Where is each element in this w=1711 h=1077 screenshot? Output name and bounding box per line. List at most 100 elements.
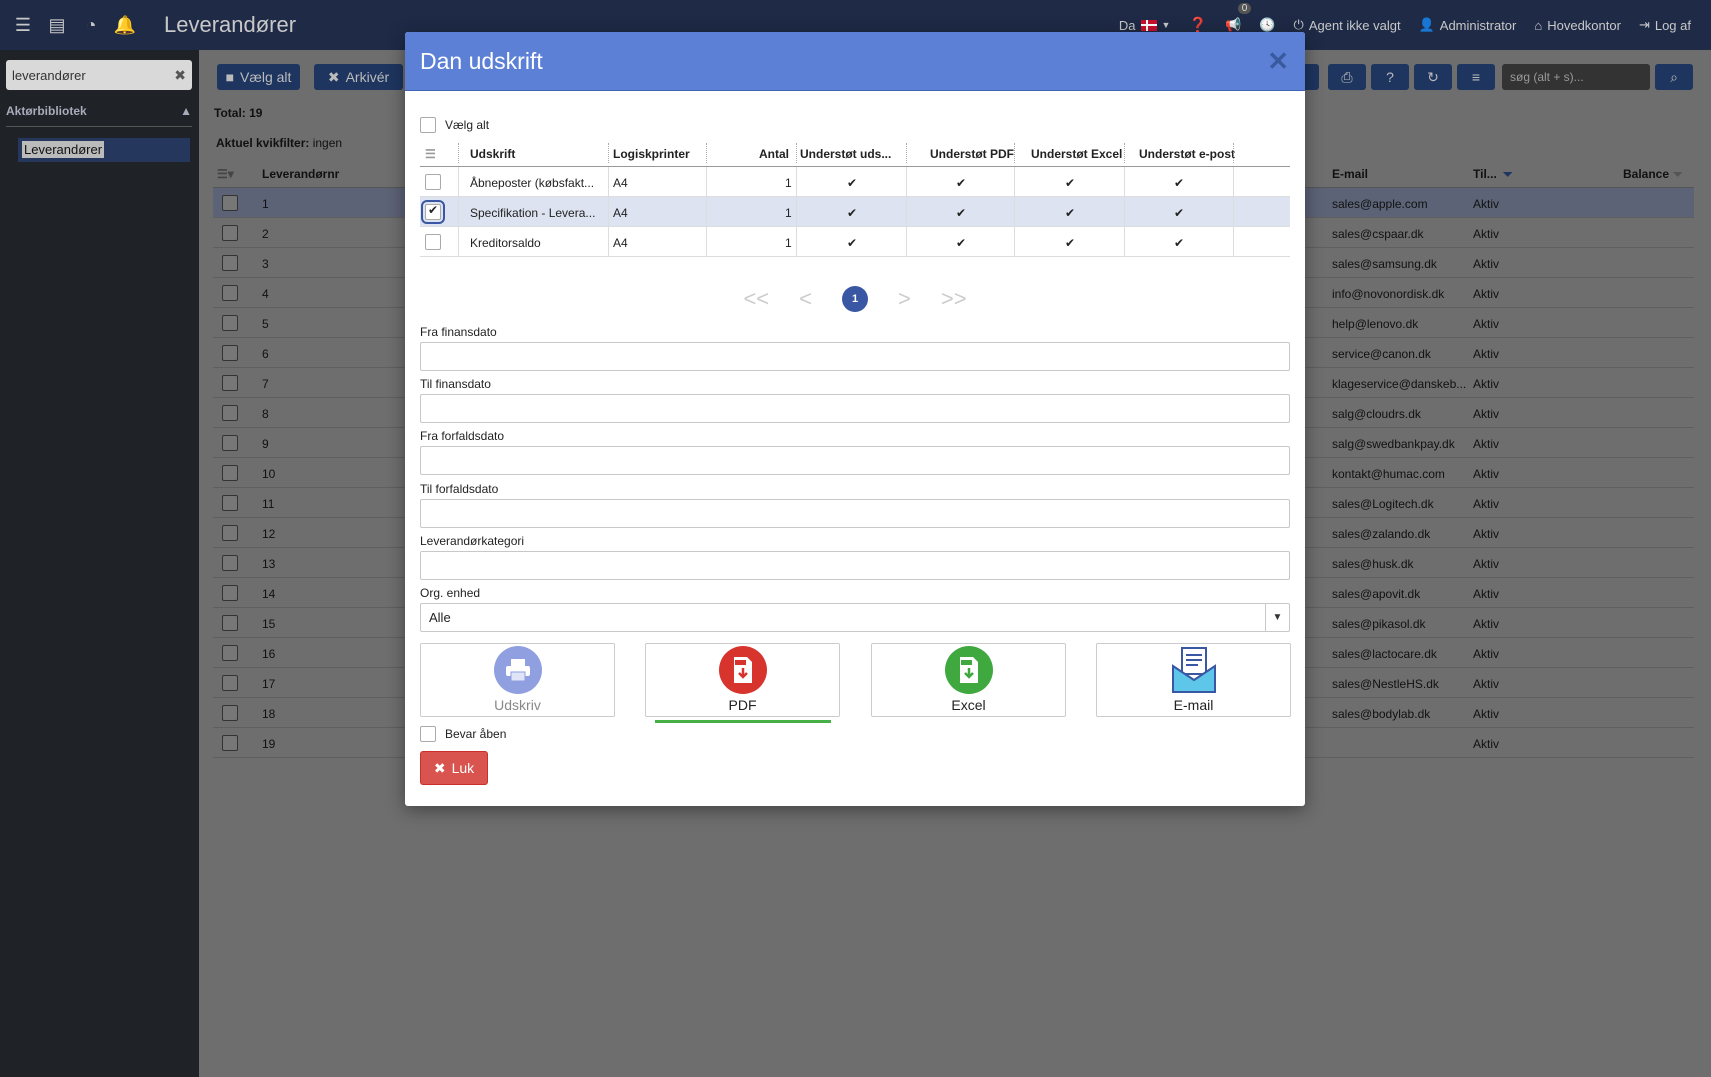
select-all-button[interactable]: ■ Vælg alt xyxy=(217,64,300,90)
x-icon: ✖ xyxy=(433,759,446,776)
column-header-email[interactable]: E-mail xyxy=(1332,167,1368,181)
close-button[interactable]: ✖ Luk xyxy=(420,751,488,785)
row-checkbox[interactable] xyxy=(222,615,238,631)
kategori-input[interactable] xyxy=(420,551,1290,580)
bell-icon[interactable]: 🔔 xyxy=(114,14,136,36)
column-header-nr[interactable]: Leverandørnr xyxy=(262,167,339,181)
search-input[interactable]: søg (alt + s)... xyxy=(1502,64,1650,90)
filter-icon[interactable]: ⏷ xyxy=(1673,167,1683,182)
row-checkbox[interactable] xyxy=(222,555,238,571)
row-checkbox[interactable] xyxy=(222,285,238,301)
office-button[interactable]: ⌂ Hovedkontor xyxy=(1534,18,1621,33)
report-row[interactable]: Kreditorsaldo A4 1 ✔ ✔ ✔ ✔ xyxy=(420,227,1290,257)
row-checkbox[interactable] xyxy=(222,435,238,451)
col-pdf[interactable]: Understøt PDF xyxy=(930,147,1014,161)
org-enhed-select[interactable]: Alle ▼ xyxy=(420,603,1290,632)
col-printer[interactable]: Logiskprinter xyxy=(613,147,690,161)
page-first[interactable]: << xyxy=(743,286,769,312)
logout-button[interactable]: ⇥ Log af xyxy=(1639,17,1691,33)
row-checkbox[interactable] xyxy=(222,195,238,211)
email-button[interactable]: E-mail xyxy=(1096,643,1291,717)
megaphone-icon[interactable]: 📢 0 xyxy=(1225,3,1252,33)
pdf-button[interactable]: PDF xyxy=(645,643,840,717)
row-checkbox[interactable] xyxy=(222,405,238,421)
row-checkbox[interactable] xyxy=(222,225,238,241)
column-header-balance[interactable]: Balance xyxy=(1623,167,1669,181)
row-checkbox[interactable] xyxy=(222,645,238,661)
keep-open-checkbox[interactable] xyxy=(420,726,436,742)
select-all-checkbox-row[interactable]: Vælg alt xyxy=(420,117,489,133)
quickfilter-value: ingen xyxy=(312,136,343,150)
archive-label: Arkivér xyxy=(345,69,390,85)
page-current[interactable]: 1 xyxy=(842,286,868,312)
row-status: Aktiv xyxy=(1473,467,1500,481)
agent-button[interactable]: ⏻ Agent ikke valgt xyxy=(1294,17,1401,33)
refresh-icon[interactable]: ↻ xyxy=(1414,64,1452,90)
filter-active-icon[interactable]: ⏷ xyxy=(1503,167,1513,182)
checkmark-icon: ✔ xyxy=(847,176,858,190)
col-udskrift[interactable]: Udskrift xyxy=(470,147,515,161)
row-email: sales@bodylab.dk xyxy=(1332,707,1431,721)
keep-open-row[interactable]: Bevar åben xyxy=(420,726,506,742)
clear-icon[interactable]: ✖ xyxy=(174,67,186,84)
chevron-down-icon[interactable]: ▼ xyxy=(1265,604,1289,631)
select-all-checkbox[interactable] xyxy=(420,117,436,133)
til-finansdato-input[interactable] xyxy=(420,394,1290,423)
menu-icon[interactable]: ≡ xyxy=(1457,64,1495,90)
report-row-checkbox[interactable] xyxy=(421,200,445,224)
fra-forfaldsdato-label: Fra forfaldsdato xyxy=(420,429,505,443)
row-checkbox[interactable] xyxy=(222,345,238,361)
row-checkbox[interactable] xyxy=(222,375,238,391)
archive-button[interactable]: ✖ Arkivér xyxy=(314,64,403,90)
row-nr: 17 xyxy=(262,677,276,691)
column-menu-icon[interactable]: ☰ xyxy=(425,147,436,161)
row-checkbox[interactable] xyxy=(222,675,238,691)
help-button-icon[interactable]: ? xyxy=(1371,64,1409,90)
row-checkbox[interactable] xyxy=(222,735,238,751)
list-view-icon[interactable]: ▤ xyxy=(46,14,68,36)
row-checkbox[interactable] xyxy=(222,585,238,601)
sidebar-item-leverandorer[interactable]: Leverandører xyxy=(18,138,190,162)
row-checkbox[interactable] xyxy=(222,495,238,511)
col-uds[interactable]: Understøt uds... xyxy=(800,147,891,161)
hamburger-menu-icon[interactable]: ☰ xyxy=(12,14,34,36)
page-last[interactable]: >> xyxy=(941,286,967,312)
row-nr: 1 xyxy=(262,197,269,211)
print-button[interactable]: Udskriv xyxy=(420,643,615,717)
report-row[interactable]: Specifikation - Levera... A4 1 ✔ ✔ ✔ ✔ xyxy=(420,197,1290,227)
print-label: Udskriv xyxy=(494,697,541,713)
sidebar-search-input[interactable]: leverandører ✖ xyxy=(6,60,192,90)
report-row-checkbox[interactable] xyxy=(425,174,441,190)
clock-icon[interactable]: 🕓 xyxy=(1259,17,1275,33)
close-icon[interactable]: ✕ xyxy=(1267,46,1289,77)
search-icon[interactable]: ⌕ xyxy=(1655,64,1693,90)
fra-forfaldsdato-input[interactable] xyxy=(420,446,1290,475)
page-next[interactable]: > xyxy=(898,286,911,312)
til-forfaldsdato-input[interactable] xyxy=(420,499,1290,528)
col-excel[interactable]: Understøt Excel xyxy=(1031,147,1122,161)
row-checkbox[interactable] xyxy=(222,465,238,481)
row-checkbox[interactable] xyxy=(222,525,238,541)
report-row-checkbox[interactable] xyxy=(425,234,441,250)
language-selector[interactable]: Da ▼ xyxy=(1119,18,1171,33)
column-menu-icon[interactable]: ☰▾ xyxy=(217,167,234,181)
page-prev[interactable]: < xyxy=(799,286,812,312)
dashboard-icon[interactable]: ◔ xyxy=(80,14,102,36)
report-antal: 1 xyxy=(785,176,792,190)
col-epost[interactable]: Understøt e-post xyxy=(1139,147,1235,161)
row-checkbox[interactable] xyxy=(222,315,238,331)
row-checkbox[interactable] xyxy=(222,705,238,721)
language-label: Da xyxy=(1118,17,1136,33)
sidebar-section-header[interactable]: Aktørbibliotek ▲ xyxy=(6,104,192,127)
excel-button[interactable]: Excel xyxy=(871,643,1066,717)
row-status: Aktiv xyxy=(1473,647,1500,661)
user-button[interactable]: 👤 Administrator xyxy=(1419,17,1517,33)
quickfilter-text: Aktuel kvikfilter: ingen xyxy=(216,136,342,150)
report-row[interactable]: Åbneposter (købsfakt... A4 1 ✔ ✔ ✔ ✔ xyxy=(420,167,1290,197)
col-antal[interactable]: Antal xyxy=(759,147,789,161)
print-icon[interactable]: ⎙ xyxy=(1328,64,1366,90)
fra-finansdato-input[interactable] xyxy=(420,342,1290,371)
row-checkbox[interactable] xyxy=(222,255,238,271)
column-header-status[interactable]: Til... xyxy=(1473,167,1497,181)
checkmark-icon: ✔ xyxy=(956,236,967,250)
